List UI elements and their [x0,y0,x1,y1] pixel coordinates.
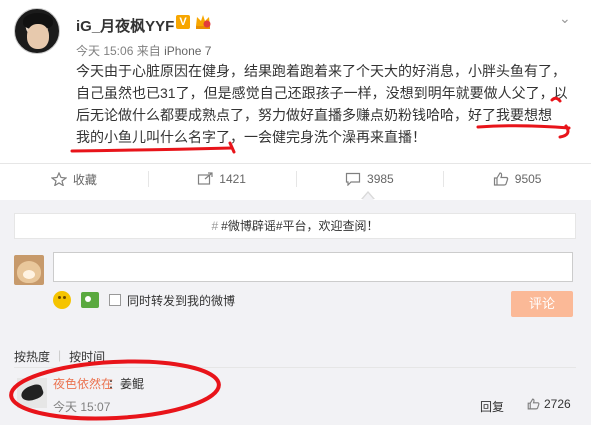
source-prefix: 来自 [136,44,161,58]
comment-button[interactable]: 3985 [295,164,444,194]
commenter-avatar[interactable] [17,378,47,408]
post-line: 自己虽然也已31了，但是感觉自己还跟孩子一样，没想到明年就要做人父了，以 [76,85,568,101]
bird-avatar-shape [19,382,45,404]
comment-toolbar: 同时转发到我的微博 [53,290,235,310]
post-meta: 今天 15:06 来自 iPhone 7 [76,42,211,59]
like-icon [493,172,508,186]
sort-separator: | [58,348,62,362]
image-icon[interactable] [81,292,99,308]
submit-comment-button[interactable]: 评论 [511,291,573,317]
share-icon [198,172,213,185]
star-icon [50,172,67,186]
comment-icon [345,172,361,186]
comment-sort: 按热度 | 按时间 [14,348,105,365]
commenter-name[interactable]: 夜色依然在 [53,375,113,392]
comment-count: 3985 [367,172,394,186]
comment-time: 今天 15:07 [53,400,111,414]
post-time[interactable]: 今天 15:06 [76,44,133,58]
dog-avatar-muzzle [23,270,35,279]
like-icon [527,398,540,410]
comment-input[interactable] [53,252,573,282]
comment-panel: # #微博辟谣#平台，欢迎查阅！ 同时转发到我的微博 评论 按热度 | 按时间 夜… [0,200,591,425]
comment-like-button[interactable]: 2726 [527,397,571,411]
hashtag-icon: # [211,219,219,233]
author-avatar[interactable] [14,8,60,54]
avatar-face [27,24,49,49]
sort-by-hot[interactable]: 按热度 [14,348,50,365]
author-name[interactable]: iG_月夜枫YYF [76,15,174,36]
emoji-icon[interactable] [53,291,71,309]
sort-divider [14,367,576,368]
post-line: 今天由于心脏原因在健身，结果跑着跑着来了个天大的好消息，小胖头鱼有了， [76,63,566,79]
favorite-button[interactable]: 收藏 [0,164,148,194]
like-count: 9505 [514,172,542,186]
post-body: 今天由于心脏原因在健身，结果跑着跑着来了个天大的好消息，小胖头鱼有了， 自己虽然… [76,60,568,148]
rumor-notice-link[interactable]: # #微博辟谣#平台，欢迎查阅！ [14,213,576,239]
reply-button[interactable]: 回复 [480,398,504,415]
repost-button[interactable]: 1421 [147,164,296,194]
like-button[interactable]: 9505 [443,164,591,194]
chevron-down-icon[interactable]: ⌄ [559,10,571,27]
post-line: 我的小鱼儿叫什么名字了，一会健完身洗个澡再来直播！ [76,129,426,145]
notice-text: #微博辟谣#平台，欢迎查阅！ [221,219,379,233]
post-actions: 收藏 1421 3985 9505 [0,164,591,194]
comment-text: ：姜鲲 [108,377,145,391]
current-user-avatar [14,255,44,285]
post-line: 后无论做什么都要成熟点了，努力做好直播多赚点奶粉钱哈哈，好了我要想想 [76,107,552,123]
post-source[interactable]: iPhone 7 [164,44,211,58]
member-crown-icon [196,15,211,29]
weibo-post: iG_月夜枫YYF V ⌄ 今天 15:06 来自 iPhone 7 今天由于心… [0,0,591,168]
sync-repost-label: 同时转发到我的微博 [127,293,236,308]
sync-repost-checkbox[interactable] [109,294,121,306]
repost-count: 1421 [219,172,246,186]
comment-like-count: 2726 [544,397,571,411]
favorite-label: 收藏 [72,172,97,187]
sort-by-time[interactable]: 按时间 [69,348,105,365]
verified-badge-icon: V [176,15,190,29]
